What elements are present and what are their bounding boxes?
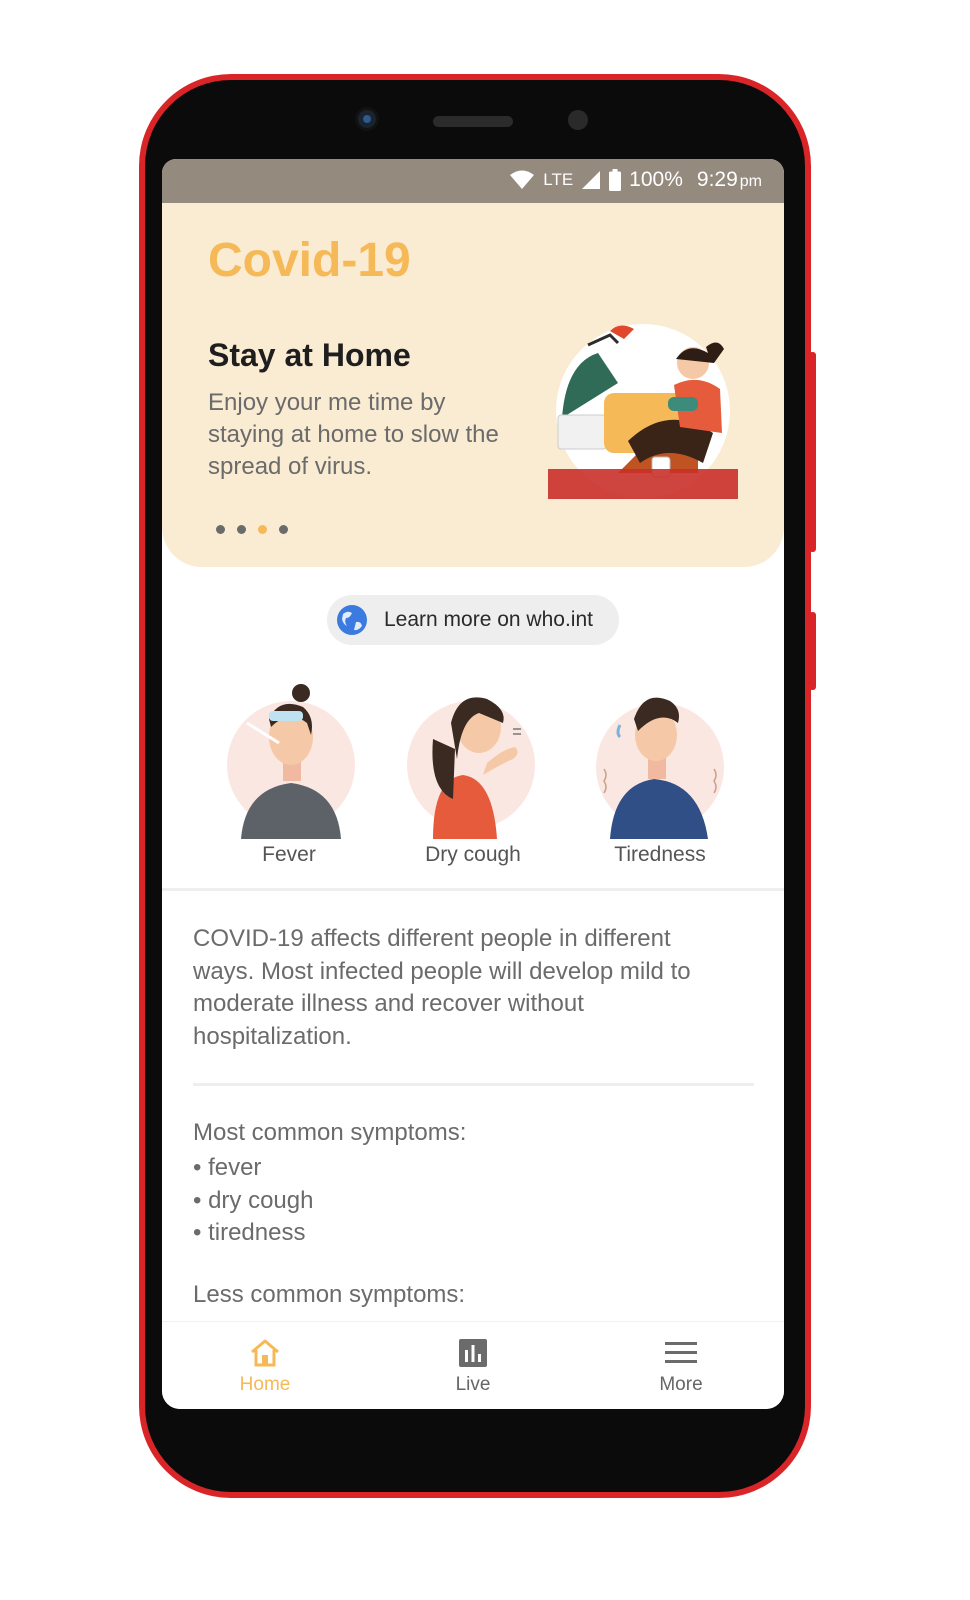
bottom-navigation: Home Live More xyxy=(162,1321,784,1409)
battery-percent: 100% xyxy=(629,168,683,191)
nav-label: More xyxy=(659,1374,703,1395)
common-symptoms-list: • fever • dry cough • tiredness xyxy=(193,1152,313,1250)
symptom-label: Dry cough xyxy=(425,843,521,866)
battery-icon xyxy=(609,169,622,191)
hero-description: Enjoy your me time by staying at home to… xyxy=(208,389,499,480)
carousel-dot[interactable] xyxy=(216,525,225,534)
fever-illustration xyxy=(227,684,355,839)
app-screen: LTE 100% 9:29 pm Covid-19 Stay at Home En… xyxy=(162,159,784,1409)
chart-icon xyxy=(459,1339,487,1367)
symptoms-row: Fever Dry cough Tiredness xyxy=(162,679,784,869)
app-title: Covid-19 xyxy=(208,234,411,287)
front-camera xyxy=(358,110,376,128)
list-item: • dry cough xyxy=(193,1186,314,1214)
carousel-indicator xyxy=(216,525,288,534)
list-item: • tiredness xyxy=(193,1219,306,1246)
section-divider xyxy=(162,888,784,891)
clock: 9:29 pm xyxy=(697,168,762,192)
signal-icon xyxy=(582,171,601,189)
symptom-fever[interactable]: Fever xyxy=(214,679,364,867)
volume-button xyxy=(809,352,816,552)
symptom-label: Fever xyxy=(262,843,316,866)
info-paragraph: COVID-19 affects different people in dif… xyxy=(193,925,691,1050)
nav-label: Live xyxy=(455,1374,491,1395)
symptom-label: Tiredness xyxy=(614,843,706,866)
globe-icon xyxy=(337,605,367,635)
hero-title: Stay at Home xyxy=(208,337,411,373)
less-common-symptoms-heading: Less common symptoms: xyxy=(193,1281,466,1308)
status-bar: LTE 100% 9:29 pm xyxy=(162,159,784,203)
common-symptoms-heading: Most common symptoms: xyxy=(193,1119,467,1146)
clock-suffix: pm xyxy=(739,173,762,190)
wifi-icon xyxy=(510,170,535,189)
learn-more-label: Learn more on who.int xyxy=(384,608,593,631)
nav-live[interactable]: Live xyxy=(413,1336,533,1396)
tiredness-illustration xyxy=(596,697,724,839)
clock-time: 9:29 xyxy=(696,168,738,191)
network-type: LTE xyxy=(543,170,574,189)
hero-carousel[interactable]: Covid-19 Stay at Home Enjoy your me time… xyxy=(162,203,784,567)
symptom-tiredness[interactable]: Tiredness xyxy=(585,679,735,867)
power-button xyxy=(809,612,816,690)
stay-home-illustration xyxy=(548,324,738,499)
carousel-dot-active[interactable] xyxy=(258,525,267,534)
earpiece-speaker xyxy=(433,116,513,127)
home-icon xyxy=(251,1339,279,1367)
learn-more-button[interactable]: Learn more on who.int xyxy=(327,595,619,645)
menu-icon xyxy=(665,1342,697,1363)
carousel-dot[interactable] xyxy=(279,525,288,534)
carousel-dot[interactable] xyxy=(237,525,246,534)
content-divider xyxy=(193,1083,754,1086)
proximity-sensor xyxy=(568,110,588,130)
cough-illustration xyxy=(407,697,535,839)
nav-more[interactable]: More xyxy=(621,1336,741,1396)
list-item: • fever xyxy=(193,1154,262,1181)
nav-label: Home xyxy=(239,1374,291,1395)
symptom-dry-cough[interactable]: Dry cough xyxy=(398,679,548,867)
nav-home[interactable]: Home xyxy=(205,1336,325,1396)
